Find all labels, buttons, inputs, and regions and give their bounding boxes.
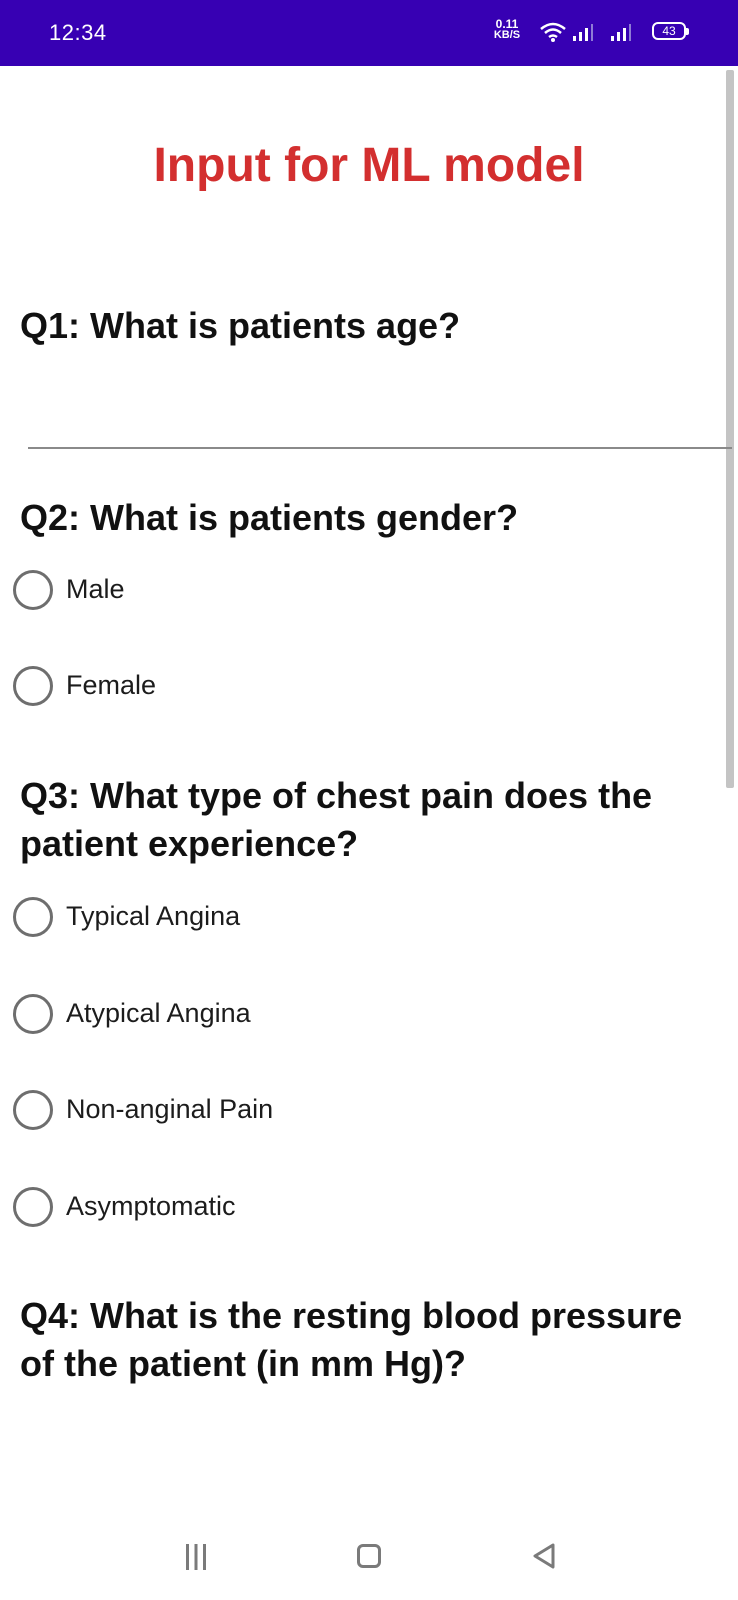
- home-icon[interactable]: [357, 1544, 381, 1568]
- network-speed: 0.11 KB/S: [491, 18, 523, 41]
- radio-button[interactable]: [13, 897, 53, 937]
- wifi-icon: [540, 22, 566, 42]
- radio-button[interactable]: [13, 570, 53, 610]
- question-chest-pain-line1: Q3: What type of chest pain does the: [20, 775, 653, 816]
- battery-icon: 43: [652, 22, 689, 40]
- radio-label-female: Female: [66, 670, 157, 700]
- question-gender: Q2: What is patients gender?: [20, 497, 519, 538]
- status-time: 12:34: [49, 20, 107, 45]
- question-chest-pain: Q3: What type of chest pain does the pat…: [20, 772, 720, 868]
- status-bar: 12:34 0.11 KB/S 43: [0, 0, 738, 66]
- question-age: Q1: What is patients age?: [20, 305, 461, 346]
- question-blood-pressure-line2: of the patient (in mm Hg)?: [20, 1343, 466, 1384]
- radio-label-male: Male: [66, 574, 125, 604]
- radio-button[interactable]: [13, 994, 53, 1034]
- page-title: Input for ML model: [153, 139, 585, 192]
- network-speed-unit: KB/S: [493, 29, 521, 41]
- radio-button[interactable]: [13, 666, 53, 706]
- signal-icon: [573, 24, 593, 41]
- radio-button[interactable]: [13, 1090, 53, 1130]
- signal-icon: [611, 24, 631, 41]
- radio-label-atypical-angina: Atypical Angina: [66, 998, 251, 1028]
- back-icon[interactable]: [532, 1542, 556, 1570]
- question-chest-pain-line2: patient experience?: [20, 823, 359, 864]
- radio-label-typical-angina: Typical Angina: [66, 901, 241, 931]
- radio-label-asymptomatic: Asymptomatic: [66, 1191, 236, 1221]
- age-input-underline: [28, 447, 732, 449]
- radio-button[interactable]: [13, 1187, 53, 1227]
- menu-icon[interactable]: [183, 1542, 209, 1572]
- question-blood-pressure: Q4: What is the resting blood pressure o…: [20, 1292, 720, 1388]
- age-input[interactable]: [28, 392, 736, 448]
- question-blood-pressure-line1: Q4: What is the resting blood pressure: [20, 1295, 683, 1336]
- navigation-bar: [0, 1500, 738, 1600]
- radio-label-non-anginal-pain: Non-anginal Pain: [66, 1094, 274, 1124]
